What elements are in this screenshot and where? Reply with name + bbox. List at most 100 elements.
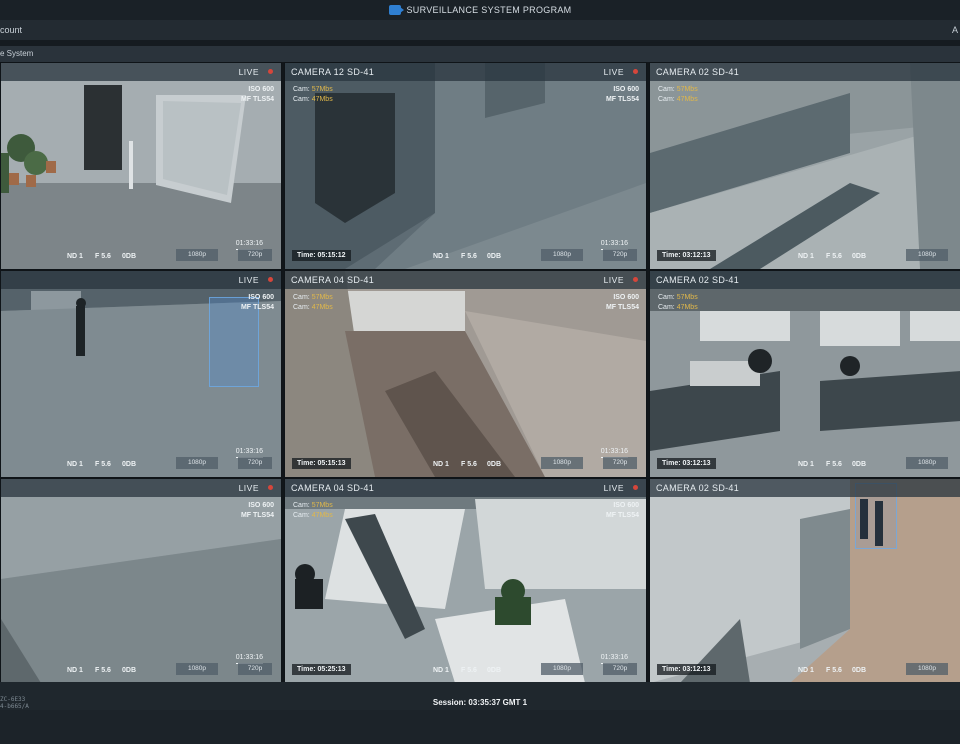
cam-label: Cam: [658,294,675,301]
camera-feed-hallway [650,479,960,683]
resolution-badge[interactable]: 1080p [176,457,218,469]
resolution-badge-secondary[interactable]: 720p [238,663,272,675]
cam-label: Cam: [293,294,310,301]
iso-value: ISO 600 [248,502,274,509]
nd-value: ND 1 [798,461,814,468]
camera-label: CAMERA 04 SD-41 [291,483,375,493]
camera-tile-6[interactable]: CAMERA 02 SD-41 Cam: 57Mbs Cam: 47Mbs Ti… [649,270,960,478]
breadcrumb: e System [0,46,960,62]
rec-dot-icon [633,69,638,74]
timecode: 01:33:16 [600,448,629,458]
nd-value: ND 1 [67,667,83,674]
camera-feed-elevator [285,63,646,269]
camera-tile-2[interactable]: CAMERA 12 SD-41 LIVE ISO 600 MF TLS54 Cam… [284,62,647,270]
exposure-info: ISO 600 MF TLS54 [241,293,274,313]
camera-label: CAMERA 04 SD-41 [291,275,375,285]
cam-label: Cam: [658,304,675,311]
resolution-badge-secondary[interactable]: 720p [603,249,637,261]
iso-value: ISO 600 [613,86,639,93]
resolution-badge[interactable]: 1080p [541,663,583,675]
camera-tile-5[interactable]: CAMERA 04 SD-41 LIVE ISO 600 MF TLS54 Cam… [284,270,647,478]
aperture-value: F 5.6 [826,667,842,674]
gain-value: 0DB [122,461,137,468]
camera-label: CAMERA 02 SD-41 [656,275,740,285]
camera-icon [388,5,404,15]
camera-tile-8[interactable]: CAMERA 04 SD-41 LIVE ISO 600 MF TLS54 Cam… [284,478,647,684]
time-display: Time: 05:15:12 [292,250,351,261]
camera-label: CAMERA 02 SD-41 [656,67,740,77]
bandwidth-info: Cam: 57Mbs Cam: 47Mbs [658,85,698,105]
mf-value: MF TLS54 [240,512,274,519]
resolution-badge-secondary[interactable]: 720p [238,457,272,469]
iso-value: ISO 600 [248,294,274,301]
cam-label: Cam: [658,96,675,103]
resolution-badge[interactable]: 1080p [541,249,583,261]
aperture-value: F 5.6 [461,667,477,674]
menubar: count A [0,20,960,40]
nd-value: ND 1 [433,667,449,674]
cam-label: Cam: [293,96,310,103]
nd-value: ND 1 [798,667,814,674]
nd-value: ND 1 [433,253,449,260]
resolution-badge-secondary[interactable]: 720p [603,663,637,675]
resolution-badge[interactable]: 1080p [906,457,948,469]
camera-tile-4[interactable]: LIVE ISO 600 MF TLS54 01:33:16 ND 1 F 5.6… [0,270,282,478]
nd-value: ND 1 [433,461,449,468]
bandwidth-value-1: 57Mbs [311,86,333,93]
camera-tile-3[interactable]: CAMERA 02 SD-41 Cam: 57Mbs Cam: 47Mbs Ti… [649,62,960,270]
gain-value: 0DB [122,667,137,674]
camera-tile-7[interactable]: LIVE ISO 600 MF TLS54 01:33:16 ND 1 F 5.6… [0,478,282,684]
gain-value: 0DB [487,461,502,468]
menu-account[interactable]: count [0,25,22,35]
resolution-badge[interactable]: 1080p [906,663,948,675]
camera-tile-1[interactable]: LIVE ISO 600 MF TLS54 01:33:16 ND 1 F 5.6… [0,62,282,270]
exposure-info: ISO 600 MF TLS54 [241,501,274,521]
camera-label: CAMERA 02 SD-41 [656,483,740,493]
bandwidth-value-2: 47Mbs [311,96,333,103]
aperture-value: F 5.6 [461,253,477,260]
resolution-badge[interactable]: 1080p [906,249,948,261]
live-indicator: LIVE [238,275,259,285]
menu-right-item[interactable]: A [952,25,958,35]
iso-value: ISO 600 [248,86,274,93]
window-title: SURVEILLANCE SYSTEM PROGRAM [406,5,572,15]
bandwidth-value-1: 57Mbs [676,294,698,301]
bandwidth-info: Cam: 57Mbs Cam: 47Mbs [658,293,698,313]
rec-dot-icon [633,485,638,490]
bandwidth-value-2: 47Mbs [676,304,698,311]
resolution-badge[interactable]: 1080p [176,663,218,675]
gain-value: 0DB [487,667,502,674]
camera-feed-floor [1,479,281,683]
timecode: 01:33:16 [235,654,264,664]
bandwidth-value-1: 57Mbs [311,502,333,509]
gain-value: 0DB [852,667,867,674]
timecode: 01:33:16 [235,240,264,250]
resolution-badge[interactable]: 1080p [176,249,218,261]
camera-grid: LIVE ISO 600 MF TLS54 01:33:16 ND 1 F 5.6… [0,62,960,684]
gain-value: 0DB [487,253,502,260]
resolution-badge-secondary[interactable]: 720p [603,457,637,469]
camera-feed-lobby [1,63,281,269]
exposure-info: ISO 600 MF TLS54 [606,85,639,105]
camera-feed-workspace [285,479,646,683]
resolution-badge[interactable]: 1080p [541,457,583,469]
rec-dot-icon [268,277,273,282]
bandwidth-value-2: 47Mbs [676,96,698,103]
gain-value: 0DB [852,253,867,260]
live-indicator: LIVE [603,67,624,77]
gain-value: 0DB [122,253,137,260]
bandwidth-info: Cam: 57Mbs Cam: 47Mbs [293,501,333,521]
camera-tile-9[interactable]: CAMERA 02 SD-41 Time: 03:12:13 ND 1 F 5.… [649,478,960,684]
cam-label: Cam: [293,512,310,519]
aperture-value: F 5.6 [95,667,111,674]
session-time: Session: 03:35:37 GMT 1 [432,698,528,707]
resolution-badge-secondary[interactable]: 720p [238,249,272,261]
live-indicator: LIVE [603,483,624,493]
aperture-value: F 5.6 [826,461,842,468]
timecode: 01:33:16 [235,448,264,458]
live-indicator: LIVE [238,67,259,77]
bottom-panel [0,710,960,744]
time-display: Time: 05:15:13 [292,458,351,469]
cam-label: Cam: [658,86,675,93]
iso-value: ISO 600 [613,502,639,509]
